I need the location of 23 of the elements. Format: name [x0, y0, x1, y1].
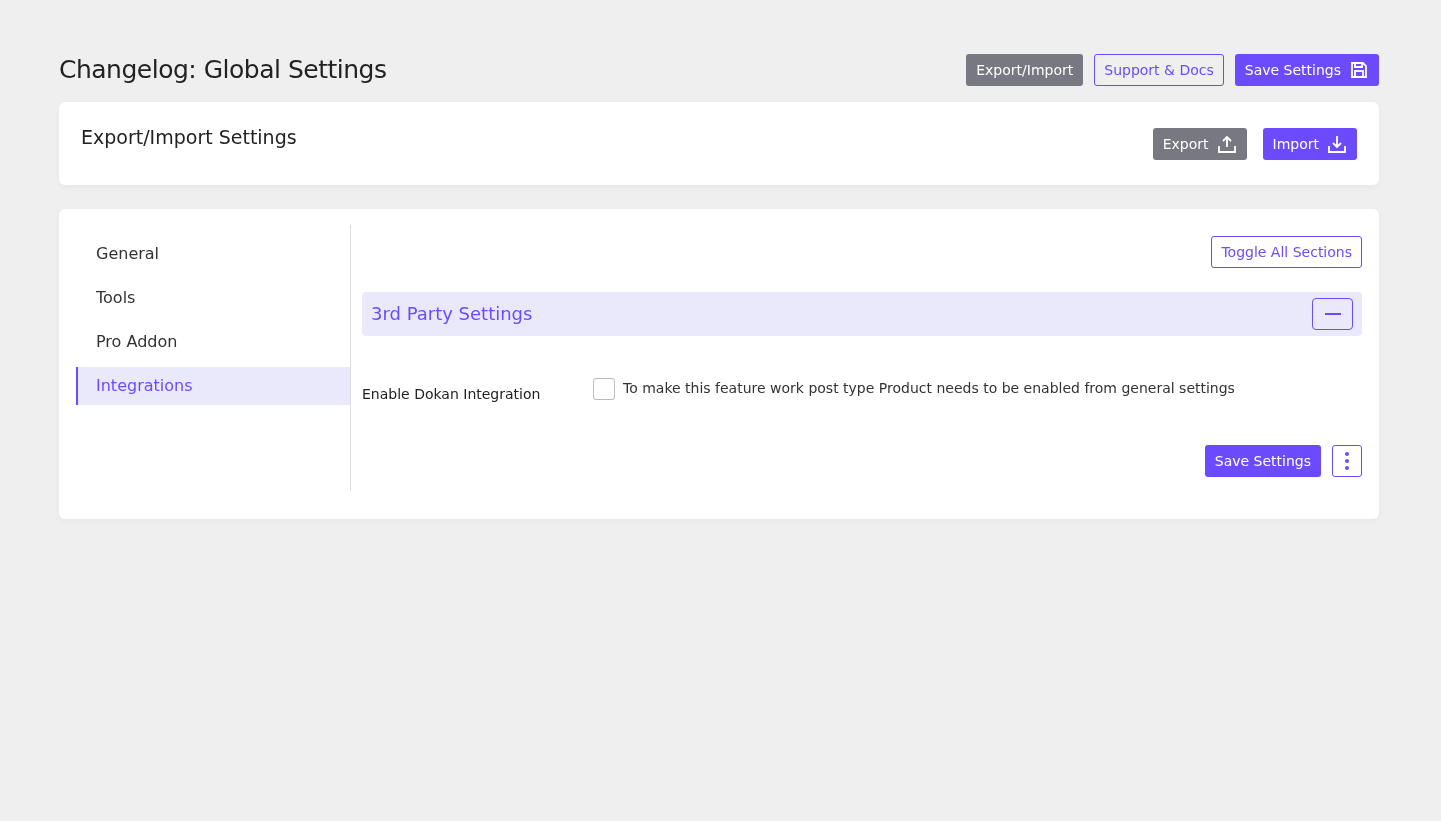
- more-icon: [1345, 452, 1349, 470]
- sidebar-item[interactable]: Tools: [76, 279, 350, 317]
- card-title: Export/Import Settings: [81, 126, 297, 149]
- collapse-button[interactable]: [1312, 298, 1353, 330]
- import-button[interactable]: Import: [1262, 128, 1357, 160]
- more-options-button[interactable]: [1332, 445, 1362, 477]
- page-title: Changelog: Global Settings: [59, 55, 387, 85]
- field-label: Enable Dokan Integration: [362, 385, 542, 404]
- section-title: 3rd Party Settings: [371, 303, 533, 325]
- support-docs-button[interactable]: Support & Docs: [1094, 54, 1224, 86]
- save-settings-button[interactable]: Save Settings: [1234, 54, 1379, 86]
- sidebar-item[interactable]: General: [76, 235, 350, 273]
- upload-icon: [1216, 134, 1237, 154]
- sidebar-item[interactable]: Pro Addon: [76, 323, 350, 361]
- download-icon: [1327, 134, 1347, 154]
- save-settings-button[interactable]: Save Settings: [1204, 445, 1321, 477]
- checkbox[interactable]: [593, 378, 615, 400]
- export-import-button[interactable]: Export/Import: [966, 54, 1084, 86]
- export-button[interactable]: Export: [1152, 128, 1247, 160]
- sidebar-item[interactable]: Integrations: [76, 367, 350, 405]
- toggle-sections-button[interactable]: Toggle All Sections: [1211, 236, 1362, 268]
- field-description: To make this feature work post type Product needs to be enabled from general settings: [623, 379, 1235, 398]
- minus-icon: [1324, 313, 1341, 315]
